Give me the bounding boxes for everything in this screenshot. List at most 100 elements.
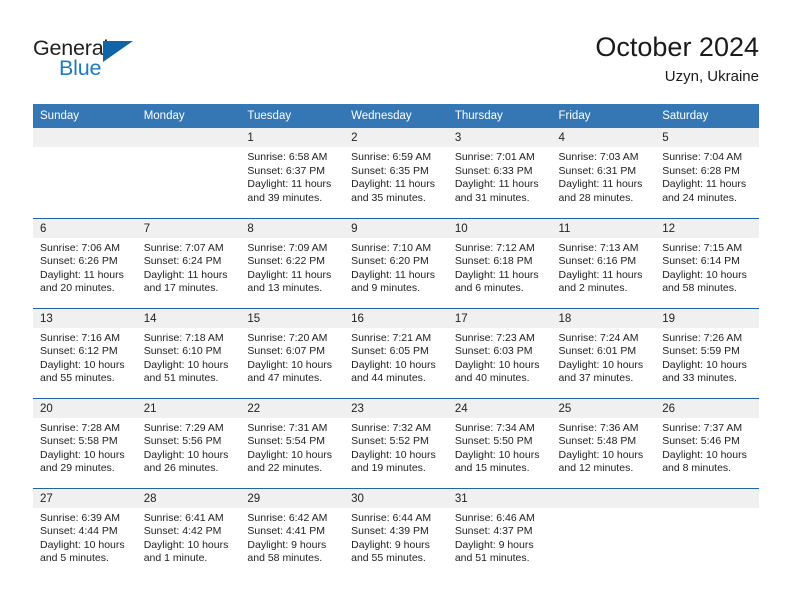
day-number: 18 [551,308,656,328]
sunrise-text: Sunrise: 7:01 AM [454,151,535,163]
calendar-day-cell[interactable]: 8 Sunrise: 7:09 AM Sunset: 6:22 PM Daylight… [240,217,345,308]
sunrise-text: Sunrise: 7:26 AM [662,331,743,344]
sunrise-text: Sunrise: 7:32 AM [351,421,432,434]
calendar-day-cell[interactable]: 11 Sunrise: 7:13 AM Sunset: 6:16 PM Dayligh… [551,217,656,308]
daylight-text: Daylight: 9 hours and 58 minutes. [247,538,327,565]
day-details: Sunrise: 6:42 AM Sunset: 4:41 PM Daylight:… [240,508,344,566]
day-number: 10 [447,218,552,238]
calendar-day-cell[interactable]: 14 Sunrise: 7:18 AM Sunset: 6:10 PM Dayligh… [136,307,241,398]
sunset-text: Sunset: 5:52 PM [351,435,429,448]
day-number: 23 [344,398,448,418]
sunset-text: Sunset: 6:31 PM [558,164,637,177]
daylight-text: Daylight: 10 hours and 15 minutes. [454,448,540,475]
sunset-text: Sunset: 6:35 PM [351,164,429,177]
calendar-day-cell[interactable]: 27 Sunrise: 6:39 AM Sunset: 4:44 PM Dayligh… [33,487,137,578]
weekday-header-sunday: Sunday [33,104,137,128]
sunrise-text: Sunrise: 7:10 AM [351,241,432,254]
day-number [136,128,241,147]
calendar-grid: Sunday Monday Tuesday Wednesday Thursday… [33,104,759,578]
sunrise-text: Sunrise: 7:29 AM [143,421,224,434]
day-details: Sunrise: 7:32 AM Sunset: 5:52 PM Daylight:… [344,418,448,476]
calendar-day-cell-empty [551,487,656,578]
sunset-text: Sunset: 4:37 PM [454,525,533,538]
daylight-text: Daylight: 10 hours and 40 minutes. [454,358,540,385]
calendar-day-cell[interactable]: 22 Sunrise: 7:31 AM Sunset: 5:54 PM Dayligh… [240,397,345,488]
calendar-day-cell[interactable]: 4 Sunrise: 7:03 AM Sunset: 6:31 PM Daylight… [551,128,656,218]
daylight-text: Daylight: 11 hours and 24 minutes. [662,178,747,204]
calendar-day-cell[interactable]: 31 Sunrise: 6:46 AM Sunset: 4:37 PM Dayligh… [447,487,552,578]
calendar-table: Sunday Monday Tuesday Wednesday Thursday… [33,104,759,578]
sunrise-text: Sunrise: 6:44 AM [351,511,432,524]
day-details: Sunrise: 7:18 AM Sunset: 6:10 PM Daylight:… [137,328,241,386]
day-number: 6 [33,218,137,238]
sunrise-text: Sunrise: 7:36 AM [558,421,639,434]
daylight-text: Daylight: 11 hours and 9 minutes. [351,268,435,295]
calendar-day-cell[interactable]: 21 Sunrise: 7:29 AM Sunset: 5:56 PM Dayligh… [136,397,241,488]
daylight-text: Daylight: 10 hours and 44 minutes. [351,358,436,385]
sunrise-text: Sunrise: 7:31 AM [247,421,328,434]
sunset-text: Sunset: 5:48 PM [558,435,637,448]
calendar-day-cell[interactable]: 10 Sunrise: 7:12 AM Sunset: 6:18 PM Dayligh… [447,217,552,308]
calendar-day-cell[interactable]: 3 Sunrise: 7:01 AM Sunset: 6:33 PM Daylight… [447,128,552,218]
day-number: 7 [136,218,241,238]
generalblue-logo[interactable]: General Blue [33,36,153,88]
sunrise-text: Sunrise: 7:21 AM [351,331,432,344]
calendar-day-cell[interactable]: 9 Sunrise: 7:10 AM Sunset: 6:20 PM Daylight… [344,217,448,308]
day-details: Sunrise: 7:01 AM Sunset: 6:33 PM Daylight:… [448,147,552,205]
day-number: 3 [447,128,552,147]
calendar-week-row: 27 Sunrise: 6:39 AM Sunset: 4:44 PM Dayligh… [33,487,759,578]
calendar-day-cell[interactable]: 13 Sunrise: 7:16 AM Sunset: 6:12 PM Dayligh… [33,307,137,398]
day-details: Sunrise: 7:34 AM Sunset: 5:50 PM Daylight:… [448,418,552,476]
day-number: 14 [136,308,241,328]
calendar-day-cell[interactable]: 2 Sunrise: 6:59 AM Sunset: 6:35 PM Daylight… [344,128,448,218]
sunset-text: Sunset: 5:46 PM [662,435,740,448]
sunrise-text: Sunrise: 7:07 AM [143,241,224,254]
day-details: Sunrise: 7:23 AM Sunset: 6:03 PM Daylight:… [448,328,552,386]
calendar-day-cell[interactable]: 23 Sunrise: 7:32 AM Sunset: 5:52 PM Dayligh… [344,397,448,488]
calendar-day-cell[interactable]: 18 Sunrise: 7:24 AM Sunset: 6:01 PM Dayligh… [551,307,656,398]
calendar-day-cell[interactable]: 26 Sunrise: 7:37 AM Sunset: 5:46 PM Dayligh… [655,397,759,488]
sunset-text: Sunset: 6:03 PM [454,345,533,358]
daylight-text: Daylight: 10 hours and 22 minutes. [247,448,333,475]
calendar-day-cell[interactable]: 15 Sunrise: 7:20 AM Sunset: 6:07 PM Dayligh… [240,307,345,398]
day-details: Sunrise: 7:28 AM Sunset: 5:58 PM Daylight:… [33,418,137,476]
calendar-day-cell[interactable]: 19 Sunrise: 7:26 AM Sunset: 5:59 PM Dayligh… [655,307,759,398]
day-number: 9 [344,218,448,238]
calendar-week-row: 20 Sunrise: 7:28 AM Sunset: 5:58 PM Dayligh… [33,397,759,488]
calendar-day-cell[interactable]: 30 Sunrise: 6:44 AM Sunset: 4:39 PM Dayligh… [344,487,448,578]
calendar-day-cell[interactable]: 24 Sunrise: 7:34 AM Sunset: 5:50 PM Dayligh… [447,397,552,488]
calendar-day-cell[interactable]: 20 Sunrise: 7:28 AM Sunset: 5:58 PM Dayligh… [33,397,137,488]
day-number: 26 [655,398,759,418]
calendar-day-cell[interactable]: 16 Sunrise: 7:21 AM Sunset: 6:05 PM Dayligh… [344,307,448,398]
calendar-day-cell[interactable]: 29 Sunrise: 6:42 AM Sunset: 4:41 PM Dayligh… [240,487,345,578]
sunrise-text: Sunrise: 7:23 AM [454,331,535,344]
calendar-day-cell[interactable]: 7 Sunrise: 7:07 AM Sunset: 6:24 PM Daylight… [136,217,241,308]
calendar-day-cell[interactable]: 28 Sunrise: 6:41 AM Sunset: 4:42 PM Dayligh… [136,487,241,578]
calendar-week-row: 1 Sunrise: 6:58 AM Sunset: 6:37 PM Daylight… [33,128,759,218]
daylight-text: Daylight: 11 hours and 20 minutes. [40,268,124,295]
day-number: 1 [240,128,345,147]
daylight-text: Daylight: 10 hours and 26 minutes. [143,448,229,475]
daylight-text: Daylight: 10 hours and 37 minutes. [558,358,644,385]
sunrise-text: Sunrise: 6:58 AM [247,151,328,163]
day-details: Sunrise: 7:36 AM Sunset: 5:48 PM Daylight:… [552,418,656,476]
sunrise-text: Sunrise: 6:42 AM [247,511,328,524]
weekday-header-thursday: Thursday [447,104,552,128]
sunset-text: Sunset: 6:20 PM [351,255,429,268]
day-details: Sunrise: 7:15 AM Sunset: 6:14 PM Daylight:… [655,238,759,296]
calendar-day-cell[interactable]: 12 Sunrise: 7:15 AM Sunset: 6:14 PM Dayligh… [655,217,759,308]
page-title: October 2024 [595,32,759,62]
day-number: 24 [447,398,552,418]
calendar-day-cell[interactable]: 1 Sunrise: 6:58 AM Sunset: 6:37 PM Daylight… [240,128,345,218]
day-details: Sunrise: 7:20 AM Sunset: 6:07 PM Daylight:… [240,328,344,386]
logo-text-blue: Blue [59,56,102,80]
sunset-text: Sunset: 6:28 PM [662,164,740,177]
sunrise-text: Sunrise: 7:37 AM [662,421,743,434]
calendar-day-cell[interactable]: 6 Sunrise: 7:06 AM Sunset: 6:26 PM Daylight… [33,217,137,308]
calendar-day-cell[interactable]: 25 Sunrise: 7:36 AM Sunset: 5:48 PM Dayligh… [551,397,656,488]
daylight-text: Daylight: 11 hours and 28 minutes. [558,178,643,204]
daylight-text: Daylight: 10 hours and 8 minutes. [662,448,747,475]
calendar-day-cell[interactable]: 5 Sunrise: 7:04 AM Sunset: 6:28 PM Daylight… [655,128,759,218]
calendar-day-cell[interactable]: 17 Sunrise: 7:23 AM Sunset: 6:03 PM Dayligh… [447,307,552,398]
day-details: Sunrise: 6:58 AM Sunset: 6:37 PM Daylight:… [240,147,344,205]
